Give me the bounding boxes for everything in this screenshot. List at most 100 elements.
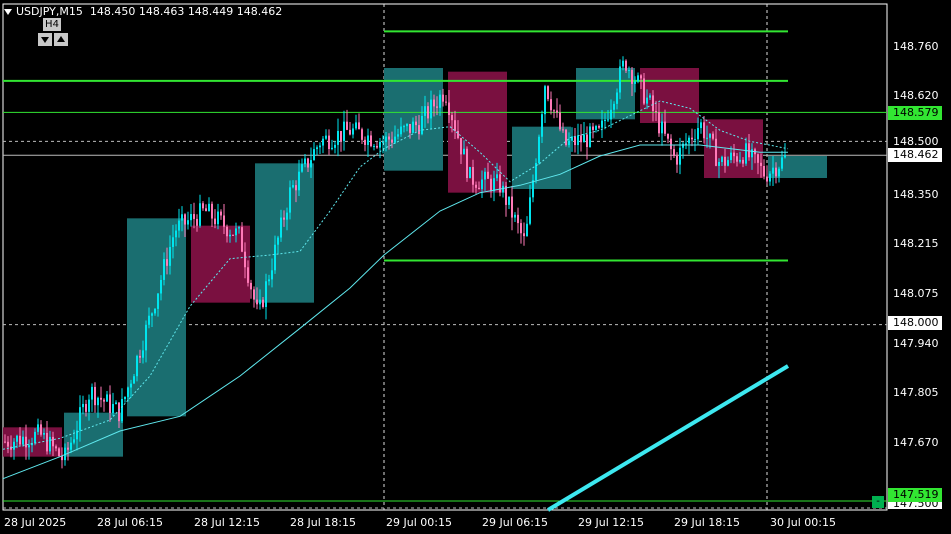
candle-body [517, 214, 519, 224]
candle-body [298, 171, 300, 191]
candle-body [484, 171, 486, 180]
candle-body [676, 155, 678, 165]
candle-body [196, 218, 198, 226]
price-tick: 148.350 [893, 188, 939, 201]
candle-body [562, 129, 564, 131]
time-tick: 29 Jul 12:15 [578, 516, 644, 529]
candle-body [34, 431, 36, 444]
candle-body [73, 439, 75, 443]
price-chart[interactable] [0, 0, 951, 534]
candle-body [166, 259, 168, 266]
candle-body [265, 281, 267, 307]
candle-body [139, 355, 141, 358]
candle-body [610, 109, 612, 120]
candle-body [568, 140, 570, 146]
candle-body [778, 168, 780, 177]
candle-body [142, 350, 144, 358]
candle-body [394, 136, 396, 143]
candle-body [685, 143, 687, 145]
candle-body [184, 214, 186, 225]
candle-body [742, 159, 744, 164]
candle-body [619, 66, 621, 93]
candle-body [301, 164, 303, 172]
candle-body [388, 136, 390, 140]
candle-body [52, 436, 54, 447]
candle-body [427, 106, 429, 119]
price-tick: 147.940 [893, 337, 939, 350]
candle-body [439, 94, 441, 108]
timeframe-up-button[interactable] [54, 33, 68, 46]
candle-body [511, 196, 513, 218]
candle-body [22, 436, 24, 445]
candle-body [760, 162, 762, 166]
candle-body [418, 125, 420, 135]
candle-body [640, 75, 642, 79]
candle-body [235, 228, 237, 236]
candle-body [682, 143, 684, 148]
candle-body [661, 121, 663, 134]
candle-body [259, 299, 261, 305]
candle-body [79, 407, 81, 431]
candle-body [121, 399, 123, 422]
candle-body [7, 441, 9, 447]
candle-body [436, 106, 438, 108]
time-tick: 29 Jul 18:15 [674, 516, 740, 529]
candle-body [169, 246, 171, 266]
candle-body [589, 126, 591, 147]
collapse-button[interactable]: - [872, 496, 884, 508]
candle-body [415, 121, 417, 126]
candle-body [757, 154, 759, 163]
candle-body [631, 69, 633, 84]
candle-body [466, 148, 468, 179]
candle-body [454, 120, 456, 131]
candle-body [379, 141, 381, 148]
candle-body [355, 122, 357, 129]
chart-header: USDJPY,M15 148.450 148.463 148.449 148.4… [4, 5, 282, 18]
price-level-tag: 148.500 [888, 135, 942, 149]
candle-body [202, 203, 204, 209]
candle-body [304, 158, 306, 165]
candle-body [688, 137, 690, 144]
candle-body [736, 156, 738, 162]
candle-body [499, 174, 501, 193]
candle-body [460, 138, 462, 155]
timeframe-down-button[interactable] [38, 33, 52, 46]
candle-body [97, 397, 99, 406]
timeframe-label: H4 [43, 18, 61, 31]
time-tick: 28 Jul 12:15 [194, 516, 260, 529]
candle-body [775, 167, 777, 177]
candle-body [739, 159, 741, 162]
symbol-menu-icon[interactable] [4, 9, 12, 15]
candle-body [721, 156, 723, 162]
symbol-timeframe: USDJPY,M15 [16, 5, 83, 18]
candle-body [649, 95, 651, 98]
candle-body [334, 144, 336, 148]
candle-body [55, 446, 57, 449]
candle-body [148, 315, 150, 325]
candle-body [430, 99, 432, 119]
candle-body [322, 138, 324, 146]
candle-body [292, 185, 294, 188]
candle-body [709, 133, 711, 138]
price-tick: 147.805 [893, 386, 939, 399]
candle-body [136, 355, 138, 377]
candle-body [751, 149, 753, 158]
candle-body [403, 126, 405, 128]
current-price-tag: 148.462 [888, 148, 942, 162]
candle-body [385, 136, 387, 142]
candle-body [370, 135, 372, 147]
chart-area[interactable] [0, 0, 951, 534]
candle-body [697, 128, 699, 140]
candle-body [622, 60, 624, 67]
candle-body [46, 432, 48, 452]
candle-body [49, 436, 51, 452]
candle-body [586, 134, 588, 147]
candle-body [766, 176, 768, 182]
candle-body [550, 99, 552, 111]
time-tick: 29 Jul 06:15 [482, 516, 548, 529]
candle-body [163, 259, 165, 280]
candle-body [28, 445, 30, 448]
candle-body [442, 94, 444, 102]
candle-body [133, 376, 135, 384]
candle-body [343, 121, 345, 141]
